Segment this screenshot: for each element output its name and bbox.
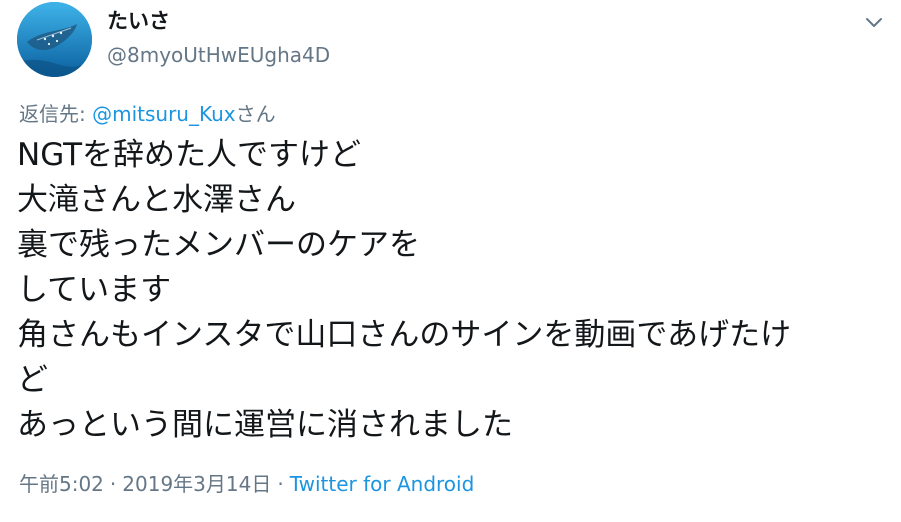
tweet-text-line: 裏で残ったメンバーのケアを — [17, 227, 420, 263]
tweet-text: NGTを辞めた人ですけど 大滝さんと水澤さん 裏で残ったメンバーのケアを してい… — [17, 133, 887, 448]
tweet-text-line: NGTを辞めた人ですけど — [17, 137, 362, 173]
reply-context: 返信先: @mitsuru_Kuxさん — [19, 101, 276, 127]
tweet-date[interactable]: 2019年3月14日 — [122, 472, 271, 496]
tweet-text-line: しています — [17, 272, 172, 308]
tweet-text-line: ど — [17, 362, 48, 398]
chevron-down-icon[interactable] — [862, 10, 886, 34]
reply-mention-link[interactable]: @mitsuru_Kux — [92, 102, 236, 126]
reply-prefix: 返信先: — [19, 102, 93, 126]
tweet-text-line: 大滝さんと水澤さん — [17, 182, 296, 218]
avatar[interactable] — [17, 2, 92, 77]
tweet-metadata: 午前5:02 · 2019年3月14日 · Twitter for Android — [19, 471, 474, 497]
reply-suffix: さん — [235, 102, 276, 126]
tweet-source-link[interactable]: Twitter for Android — [290, 472, 475, 496]
tweet-time[interactable]: 午前5:02 — [19, 472, 104, 496]
user-handle[interactable]: @8myoUtHwEUgha4D — [107, 43, 330, 67]
tweet-text-line: 角さんもインスタで山口さんのサインを動画であげたけ — [17, 317, 792, 353]
avatar-image — [17, 2, 92, 77]
tweet-text-line: あっという間に運営に消されました — [17, 407, 513, 443]
display-name[interactable]: たいさ — [107, 8, 170, 34]
meta-separator: · — [109, 472, 117, 496]
meta-separator: · — [277, 472, 284, 496]
tweet-card: たいさ @8myoUtHwEUgha4D 返信先: @mitsuru_Kuxさん… — [0, 0, 901, 522]
